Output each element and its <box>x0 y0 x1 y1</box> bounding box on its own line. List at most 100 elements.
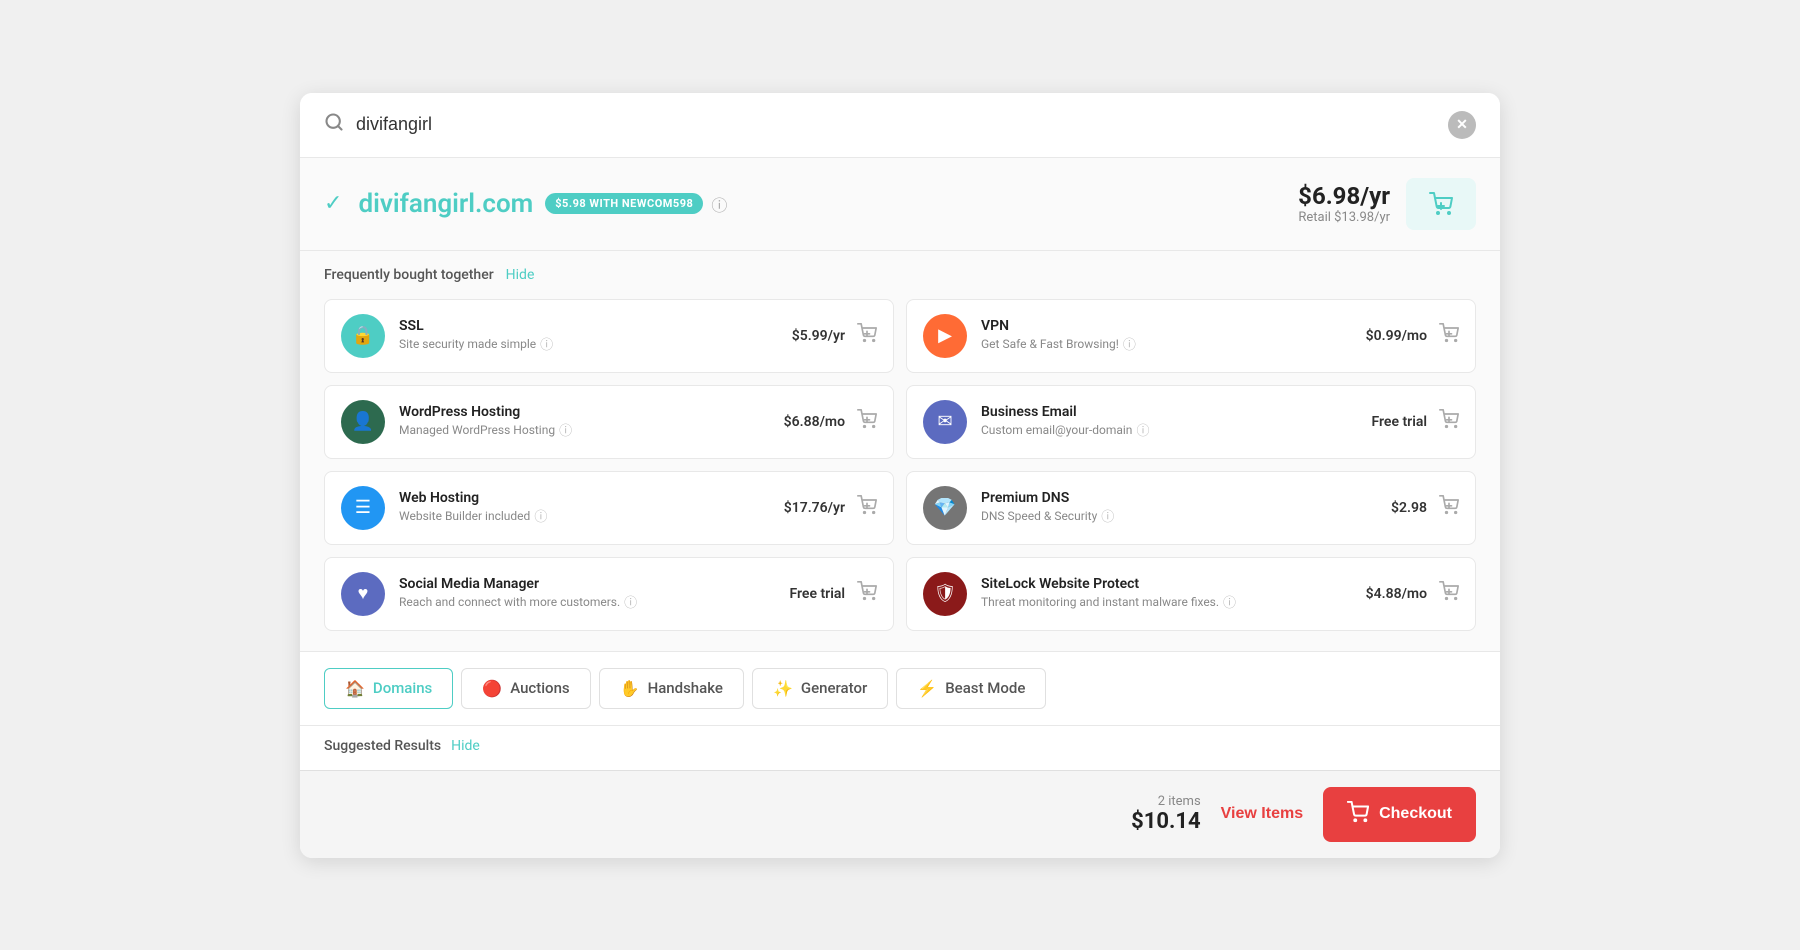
add-product-to-cart-button[interactable] <box>1439 409 1459 434</box>
tab-label: Domains <box>373 679 432 697</box>
tab-beast-mode[interactable]: ⚡Beast Mode <box>896 668 1046 709</box>
product-desc: Get Safe & Fast Browsing! ⓘ <box>981 334 1352 353</box>
product-price: $2.98 <box>1391 500 1427 516</box>
tab-icon: ✋ <box>620 679 640 698</box>
tab-icon: ✨ <box>773 679 793 698</box>
product-price: $6.88/mo <box>784 414 845 430</box>
frequently-header: Frequently bought together Hide <box>324 267 1476 283</box>
footer-bar: 2 items $10.14 View Items Checkout <box>300 770 1500 858</box>
product-name: Web Hosting <box>399 490 770 506</box>
tab-label: Generator <box>801 679 867 697</box>
add-product-to-cart-button[interactable] <box>857 495 877 520</box>
add-product-to-cart-button[interactable] <box>857 323 877 348</box>
product-name: SiteLock Website Protect <box>981 576 1352 592</box>
product-info: VPN Get Safe & Fast Browsing! ⓘ <box>981 318 1352 353</box>
product-icon: 🔒 <box>341 314 385 358</box>
product-icon: ☰ <box>341 486 385 530</box>
product-name: Social Media Manager <box>399 576 775 592</box>
tab-auctions[interactable]: 🔴Auctions <box>461 668 590 709</box>
product-info: SSL Site security made simple ⓘ <box>399 318 778 353</box>
product-price-area: Free trial <box>789 581 877 606</box>
product-info: Business Email Custom email@your-domain … <box>981 404 1357 439</box>
tab-label: Handshake <box>648 679 723 697</box>
product-icon: ▶ <box>923 314 967 358</box>
domain-retail-price: Retail $13.98/yr <box>1298 210 1390 225</box>
product-name: Business Email <box>981 404 1357 420</box>
suggested-results-section: Suggested Results Hide <box>300 725 1500 770</box>
product-name: WordPress Hosting <box>399 404 770 420</box>
items-count: 2 items <box>1131 794 1201 809</box>
domain-info-icon[interactable]: ⓘ <box>711 192 727 216</box>
tab-domains[interactable]: 🏠 Domains <box>324 668 453 709</box>
checkout-cart-icon <box>1347 801 1369 828</box>
product-desc: Custom email@your-domain ⓘ <box>981 420 1357 439</box>
product-price: Free trial <box>1371 414 1427 430</box>
add-product-to-cart-button[interactable] <box>1439 323 1459 348</box>
domain-name: divifangirl.com <box>358 189 533 219</box>
hide-suggested-button[interactable]: Hide <box>451 738 480 754</box>
product-name: Premium DNS <box>981 490 1377 506</box>
checkout-label: Checkout <box>1379 805 1452 823</box>
product-price-area: $2.98 <box>1391 495 1459 520</box>
product-desc: Managed WordPress Hosting ⓘ <box>399 420 770 439</box>
product-price: $5.99/yr <box>792 328 845 344</box>
add-product-to-cart-button[interactable] <box>857 581 877 606</box>
product-price-area: $17.76/yr <box>784 495 877 520</box>
product-price-area: Free trial <box>1371 409 1459 434</box>
product-name: VPN <box>981 318 1352 334</box>
add-product-to-cart-button[interactable] <box>857 409 877 434</box>
product-price-area: $6.88/mo <box>784 409 877 434</box>
product-icon: ✉ <box>923 400 967 444</box>
product-desc: Website Builder included ⓘ <box>399 506 770 525</box>
add-product-to-cart-button[interactable] <box>1439 581 1459 606</box>
product-icon: 👤 <box>341 400 385 444</box>
product-card: ☰ Web Hosting Website Builder included ⓘ… <box>324 471 894 545</box>
product-card: 🛡 SiteLock Website Protect Threat monito… <box>906 557 1476 631</box>
tab-generator[interactable]: ✨ Generator <box>752 668 888 709</box>
frequently-title: Frequently bought together <box>324 267 494 283</box>
tab-icon: ⚡ <box>917 679 937 698</box>
product-icon: 🛡 <box>923 572 967 616</box>
checkout-button[interactable]: Checkout <box>1323 787 1476 842</box>
available-check-icon: ✓ <box>324 191 342 216</box>
product-info: Social Media Manager Reach and connect w… <box>399 576 775 611</box>
product-info: Web Hosting Website Builder included ⓘ <box>399 490 770 525</box>
product-desc: Reach and connect with more customers. ⓘ <box>399 592 775 611</box>
product-card: ♥ Social Media Manager Reach and connect… <box>324 557 894 631</box>
add-domain-to-cart-button[interactable] <box>1406 178 1476 230</box>
product-price: $17.76/yr <box>784 500 845 516</box>
search-icon <box>324 112 344 137</box>
product-icon: ♥ <box>341 572 385 616</box>
product-price: $4.88/mo <box>1366 586 1427 602</box>
search-input[interactable] <box>356 114 1448 135</box>
suggested-header: Suggested Results Hide <box>324 738 1476 754</box>
tab-icon: 🏠 <box>345 679 365 698</box>
hide-frequently-button[interactable]: Hide <box>506 267 535 283</box>
domain-price: $6.98/yr <box>1298 182 1390 210</box>
add-product-to-cart-button[interactable] <box>1439 495 1459 520</box>
product-card: 💎 Premium DNS DNS Speed & Security ⓘ $2.… <box>906 471 1476 545</box>
product-desc: Threat monitoring and instant malware fi… <box>981 592 1352 611</box>
tab-handshake[interactable]: ✋ Handshake <box>599 668 744 709</box>
clear-search-button[interactable]: ✕ <box>1448 111 1476 139</box>
domain-pricing: $6.98/yr Retail $13.98/yr <box>1298 182 1390 225</box>
tabs-row: 🏠 Domains 🔴Auctions ✋ Handshake ✨ Generator ⚡Be… <box>324 668 1476 709</box>
product-info: Premium DNS DNS Speed & Security ⓘ <box>981 490 1377 525</box>
product-price-area: $0.99/mo <box>1366 323 1459 348</box>
suggested-title: Suggested Results <box>324 738 441 754</box>
cart-summary: 2 items $10.14 <box>1131 794 1201 834</box>
product-info: WordPress Hosting Managed WordPress Host… <box>399 404 770 439</box>
product-price-area: $5.99/yr <box>792 323 877 348</box>
product-card: 👤 WordPress Hosting Managed WordPress Ho… <box>324 385 894 459</box>
view-items-button[interactable]: View Items <box>1221 805 1303 823</box>
product-desc: DNS Speed & Security ⓘ <box>981 506 1377 525</box>
products-grid: 🔒 SSL Site security made simple ⓘ $5.99/… <box>324 299 1476 631</box>
tab-label: Auctions <box>510 679 569 697</box>
domain-price-section: $6.98/yr Retail $13.98/yr <box>1298 178 1476 230</box>
product-price-area: $4.88/mo <box>1366 581 1459 606</box>
product-name: SSL <box>399 318 778 334</box>
frequently-bought-section: Frequently bought together Hide 🔒 SSL Si… <box>300 251 1500 651</box>
product-price: $0.99/mo <box>1366 328 1427 344</box>
product-icon: 💎 <box>923 486 967 530</box>
product-card: ✉ Business Email Custom email@your-domai… <box>906 385 1476 459</box>
